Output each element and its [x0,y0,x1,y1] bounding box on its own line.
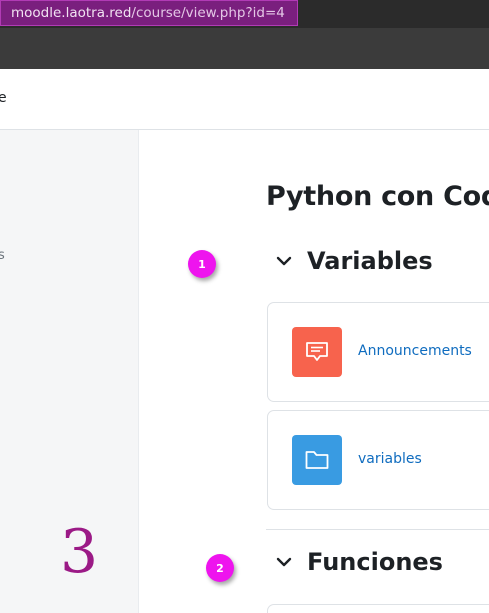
section-divider [266,529,489,530]
section-title[interactable]: Variables [307,247,433,275]
annotation-number-3: 3 [60,517,99,587]
section-header-variables: Variables [275,247,433,275]
drawer-partial-text[interactable]: s [0,248,5,263]
chevron-down-icon[interactable] [275,553,293,571]
page-title: Python con Code [266,181,489,212]
url-field[interactable]: moodle.laotra.red/course/view.php?id=4 [0,0,298,26]
browser-toolbar [0,28,489,69]
section-title[interactable]: Funciones [307,548,443,576]
navbar-partial-text[interactable]: e [0,90,7,106]
moodle-navbar: e [0,69,489,130]
activity-card-variables: variables [267,410,489,510]
chevron-down-icon[interactable] [275,252,293,270]
activity-link[interactable]: variables [358,451,422,467]
annotation-marker-2: 2 [206,554,234,582]
url-host: moodle.laotra.red [11,5,132,21]
browser-url-bar: moodle.laotra.red/course/view.php?id=4 [0,0,489,28]
forum-icon[interactable] [292,327,342,377]
screen: moodle.laotra.red/course/view.php?id=4 e… [0,0,489,613]
url-path: /course/view.php?id=4 [131,5,285,21]
activity-card-announcements: Announcements [267,302,489,402]
folder-icon[interactable] [292,435,342,485]
annotation-marker-1: 1 [188,250,216,278]
activity-link[interactable]: Announcements [358,343,472,359]
section-header-funciones: Funciones [275,548,443,576]
activity-card-partial [267,604,489,613]
